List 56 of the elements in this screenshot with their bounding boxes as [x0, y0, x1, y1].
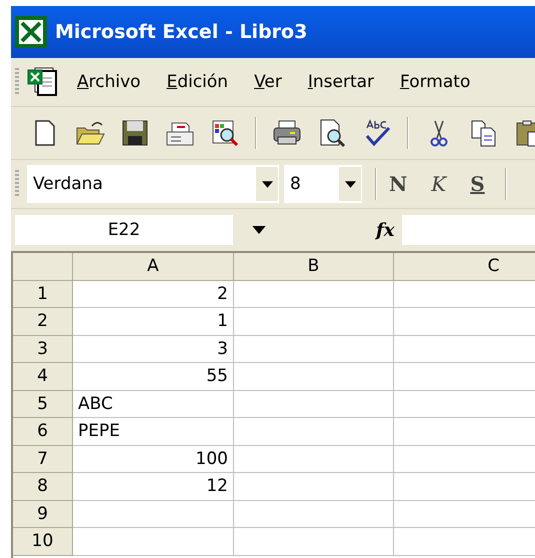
table-cell[interactable]: ABC — [73, 390, 234, 418]
menu-item[interactable]: Insertar — [308, 72, 374, 92]
italic-button[interactable]: K — [431, 172, 446, 196]
font-size-field[interactable]: 8 — [284, 165, 362, 203]
row-header[interactable]: 7 — [13, 446, 73, 473]
column-header[interactable]: A — [73, 253, 234, 280]
table-cell[interactable]: 3 — [73, 336, 234, 363]
row-header[interactable]: 8 — [13, 473, 73, 500]
search-icon[interactable] — [210, 118, 240, 148]
table-cell[interactable]: PEPE — [73, 418, 234, 446]
font-name-field[interactable]: Verdana — [27, 165, 279, 203]
table-cell[interactable] — [234, 500, 394, 528]
table-cell[interactable] — [234, 446, 394, 473]
dropdown-arrow-icon[interactable] — [262, 180, 272, 188]
workbook-icon[interactable] — [27, 66, 57, 98]
table-cell[interactable] — [234, 363, 394, 390]
table-cell[interactable] — [73, 528, 234, 556]
table-cell[interactable] — [234, 390, 394, 418]
column-header[interactable]: C — [394, 253, 535, 280]
name-box[interactable]: E22 — [15, 215, 233, 245]
row-header[interactable]: 4 — [13, 363, 73, 390]
table-cell[interactable] — [234, 418, 394, 446]
menu-item[interactable]: Ver — [254, 72, 282, 92]
row-header[interactable]: 1 — [13, 280, 73, 308]
table-cell[interactable] — [234, 336, 394, 363]
column-header[interactable]: B — [234, 253, 394, 280]
select-all-button[interactable] — [13, 253, 73, 280]
row-header[interactable]: 2 — [13, 308, 73, 336]
row-header[interactable]: 6 — [13, 418, 73, 446]
table-cell[interactable] — [234, 280, 394, 308]
bold-button[interactable]: N — [389, 172, 408, 196]
save-icon[interactable] — [120, 118, 150, 148]
table-cell[interactable] — [234, 528, 394, 556]
row-header[interactable]: 5 — [13, 390, 73, 418]
dropdown-arrow-icon[interactable] — [252, 226, 266, 234]
row-header[interactable]: 3 — [13, 336, 73, 363]
clipboard-icon[interactable] — [514, 118, 535, 148]
table-cell[interactable]: 1 — [73, 308, 234, 336]
table-cell[interactable]: 55 — [73, 363, 234, 390]
table-cell[interactable]: 2 — [73, 280, 234, 308]
menu-item[interactable]: Edición — [166, 72, 228, 92]
menu-item[interactable]: Archivo — [77, 72, 141, 92]
formula-field[interactable] — [402, 215, 535, 245]
row-header[interactable]: 9 — [13, 500, 73, 528]
table-cell[interactable] — [73, 500, 234, 528]
table-cell[interactable]: 100 — [73, 446, 234, 473]
underline-button[interactable]: S — [470, 172, 485, 196]
menu-item[interactable]: Formato — [400, 72, 470, 92]
table-cell[interactable]: 12 — [73, 473, 234, 500]
row-header[interactable]: 10 — [13, 528, 73, 556]
dropdown-arrow-icon[interactable] — [344, 180, 356, 188]
insert-function-button[interactable]: fx — [376, 220, 394, 240]
table-cell[interactable] — [234, 473, 394, 500]
window-title: Microsoft Excel - Libro3 — [55, 21, 308, 43]
table-cell[interactable] — [234, 308, 394, 336]
excel-icon — [15, 16, 47, 48]
